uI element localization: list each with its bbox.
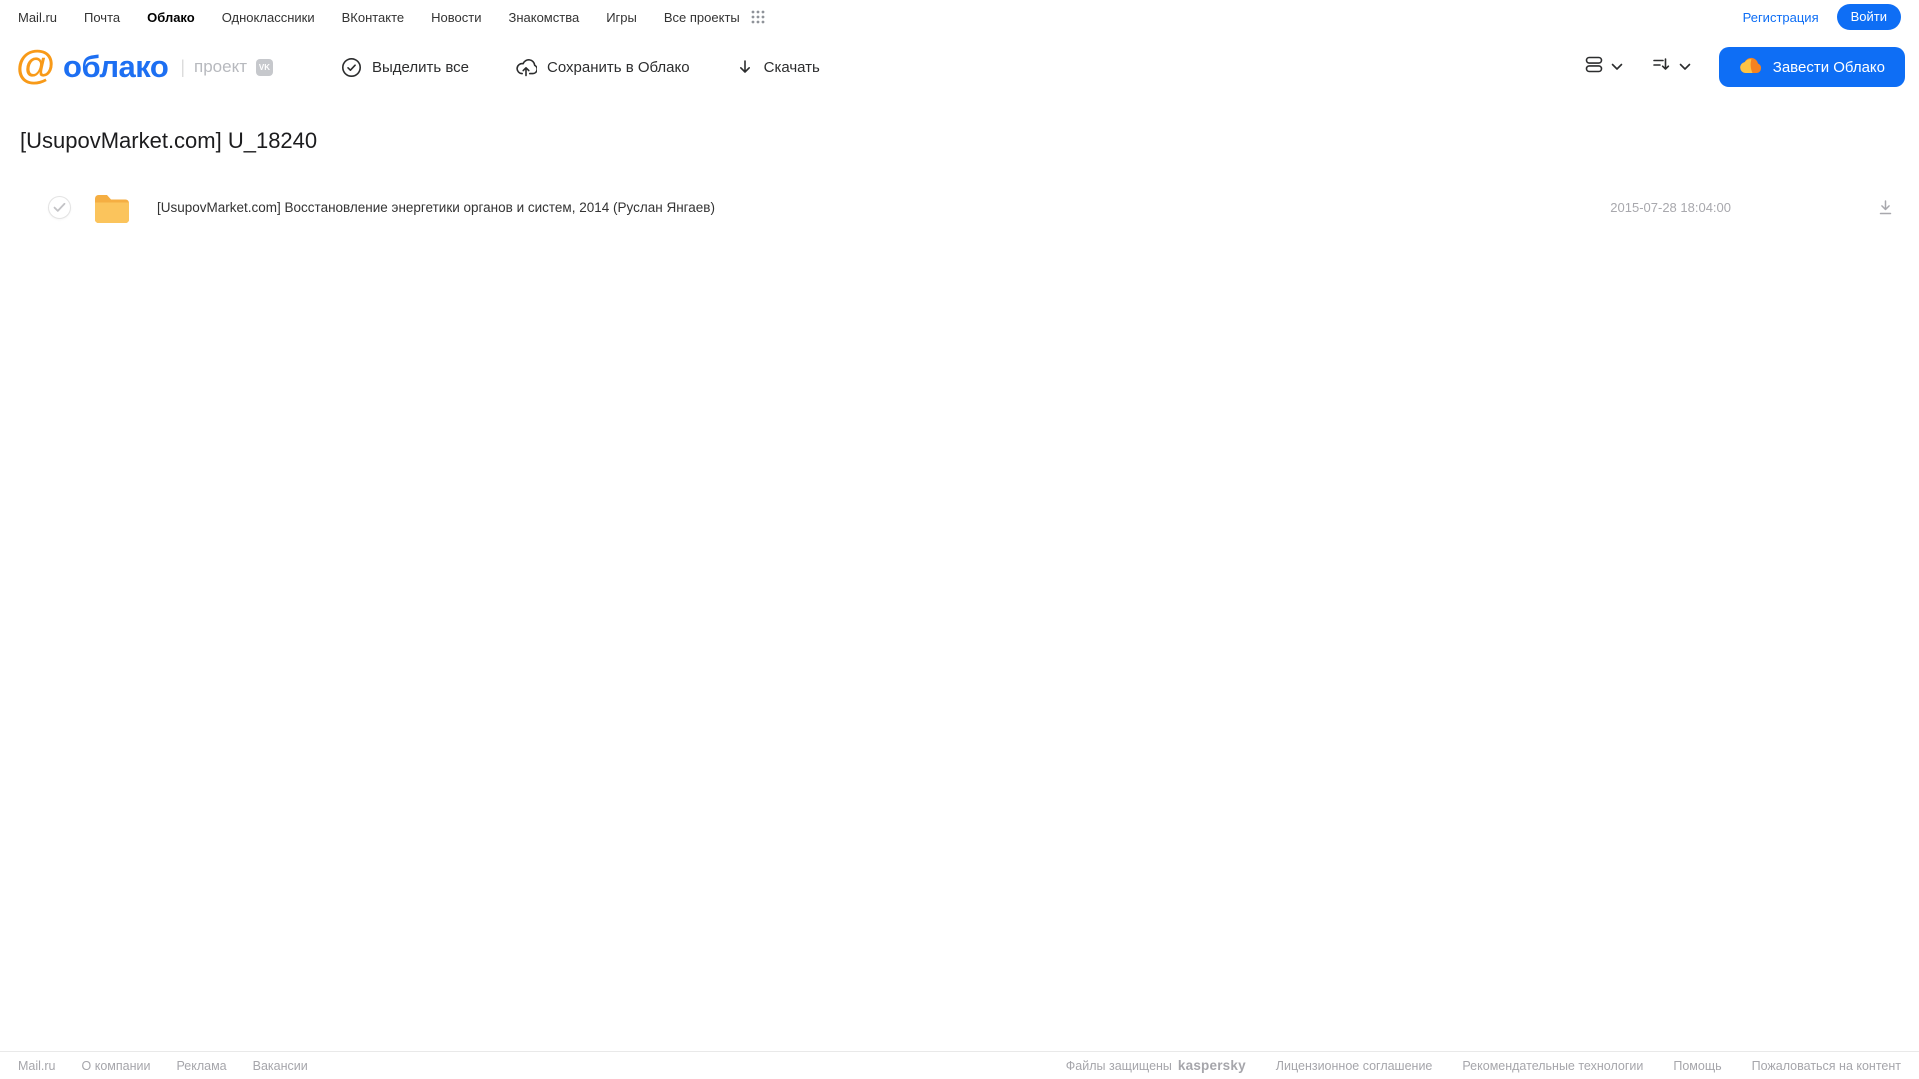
download-button[interactable]: Скачать: [736, 58, 820, 76]
file-date: 2015-07-28 18:04:00: [1610, 199, 1731, 215]
topnav-item-games[interactable]: Игры: [606, 10, 637, 25]
portal-nav-links: Mail.ru Почта Облако Одноклассники ВКонт…: [18, 10, 765, 25]
topnav-item-cloud[interactable]: Облако: [147, 10, 195, 25]
vk-icon: VK: [255, 58, 273, 76]
cloud-upload-icon: [515, 57, 537, 77]
file-row[interactable]: [UsupovMarket.com] Восстановление энерге…: [20, 184, 1919, 230]
footer-right-links: Файлы защищены kaspersky Лицензионное со…: [1066, 1058, 1901, 1073]
folder-icon: [93, 192, 131, 223]
project-text: проект: [194, 57, 247, 76]
footer-link-about[interactable]: О компании: [82, 1059, 151, 1073]
auth-area: Регистрация Войти: [1743, 4, 1901, 30]
kaspersky-logo[interactable]: kaspersky: [1178, 1058, 1246, 1073]
cloud-blob-icon: [1739, 57, 1763, 78]
cloud-logo[interactable]: @ облако: [16, 45, 169, 85]
topnav-item-vkontakte[interactable]: ВКонтакте: [342, 10, 405, 25]
get-cloud-label: Завести Облако: [1772, 58, 1885, 76]
save-to-cloud-label: Сохранить в Облако: [547, 58, 690, 76]
mailru-at-icon: @: [16, 43, 56, 87]
kaspersky-protection: Файлы защищены kaspersky: [1066, 1058, 1246, 1073]
topnav-item-odnoklassniki[interactable]: Одноклассники: [222, 10, 315, 25]
row-checkbox[interactable]: [48, 195, 71, 219]
footer-link-report-content[interactable]: Пожаловаться на контент: [1752, 1059, 1901, 1073]
footer-link-mailru[interactable]: Mail.ru: [18, 1059, 56, 1073]
apps-grid-icon[interactable]: [751, 10, 765, 24]
row-download-button[interactable]: [1877, 199, 1894, 216]
file-actions-toolbar: Выделить все Сохранить в Облако Скачать: [341, 57, 820, 78]
sort-icon: [1651, 55, 1672, 79]
file-name-link[interactable]: [UsupovMarket.com] Восстановление энерге…: [157, 200, 715, 215]
topnav-item-all-projects[interactable]: Все проекты: [664, 10, 740, 25]
check-circle-icon: [341, 57, 362, 78]
footer-link-ads[interactable]: Реклама: [176, 1059, 226, 1073]
footer-left-links: Mail.ru О компании Реклама Вакансии: [18, 1059, 308, 1073]
file-list: [UsupovMarket.com] Восстановление энерге…: [20, 184, 1919, 230]
check-icon: [53, 202, 66, 212]
download-underline-icon: [1879, 199, 1892, 214]
topnav-item-dating[interactable]: Знакомства: [508, 10, 579, 25]
portal-navbar: Mail.ru Почта Облако Одноклассники ВКонт…: [0, 0, 1919, 34]
view-mode-selector[interactable]: [1584, 55, 1623, 79]
chevron-down-icon: [1679, 58, 1691, 76]
vk-project-label: | проект VK: [180, 57, 273, 78]
header-right-controls: Завести Облако: [1584, 47, 1905, 87]
topnav-item-mailru[interactable]: Mail.ru: [18, 10, 57, 25]
registration-link[interactable]: Регистрация: [1743, 10, 1819, 25]
login-button[interactable]: Войти: [1836, 4, 1901, 30]
chevron-down-icon: [1611, 58, 1623, 76]
save-to-cloud-button[interactable]: Сохранить в Облако: [515, 57, 690, 77]
sort-selector[interactable]: [1651, 55, 1691, 79]
select-all-label: Выделить все: [371, 58, 469, 76]
footer-link-help[interactable]: Помощь: [1673, 1059, 1721, 1073]
download-arrow-icon: [736, 58, 754, 76]
cloud-header: @ облако | проект VK Выделить все Сохран…: [0, 34, 1919, 100]
divider: |: [180, 56, 185, 77]
list-view-icon: [1584, 55, 1604, 79]
topnav-item-mail[interactable]: Почта: [84, 10, 120, 25]
page-title: [UsupovMarket.com] U_18240: [20, 128, 318, 153]
protected-text: Файлы защищены: [1065, 1058, 1172, 1073]
topnav-item-news[interactable]: Новости: [431, 10, 481, 25]
cloud-logo-text: облако: [63, 49, 169, 84]
download-label: Скачать: [763, 58, 820, 76]
get-cloud-button[interactable]: Завести Облако: [1718, 47, 1905, 87]
footer-link-jobs[interactable]: Вакансии: [253, 1059, 308, 1073]
footer-link-license[interactable]: Лицензионное соглашение: [1276, 1059, 1433, 1073]
select-all-button[interactable]: Выделить все: [341, 57, 469, 78]
footer-link-recommendation-tech[interactable]: Рекомендательные технологии: [1462, 1059, 1643, 1073]
page-footer: Mail.ru О компании Реклама Вакансии Файл…: [0, 1051, 1919, 1079]
public-folder-page: [UsupovMarket.com] U_18240 [UsupovMarket…: [0, 100, 1919, 230]
